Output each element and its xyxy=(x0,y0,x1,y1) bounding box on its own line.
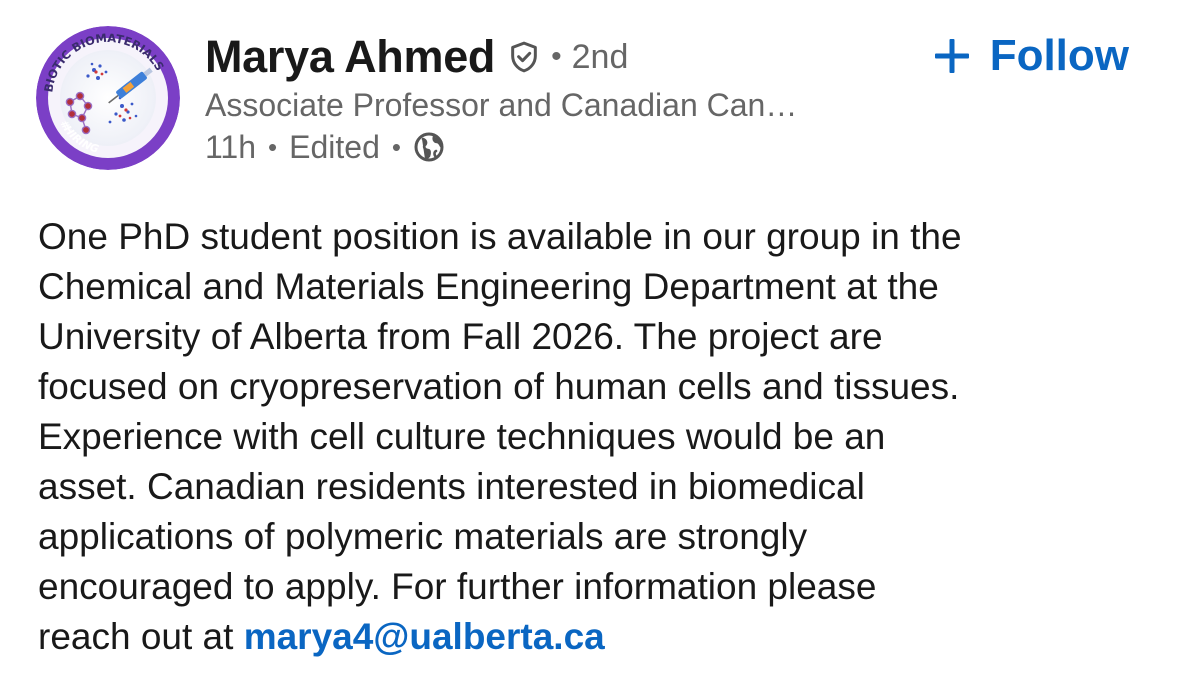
post-line: One PhD student position is available in… xyxy=(38,216,962,257)
follow-label: Follow xyxy=(989,31,1129,80)
post-line: asset. Canadian residents interested in … xyxy=(38,466,865,507)
separator-dot: • xyxy=(391,131,401,162)
post-line: Chemical and Materials Engineering Depar… xyxy=(38,266,939,307)
post-line: University of Alberta from Fall 2026. Th… xyxy=(38,316,883,357)
post-line: focused on cryopreservation of human cel… xyxy=(38,366,960,407)
separator-dot: • xyxy=(551,40,562,73)
author-name[interactable]: Marya Ahmed xyxy=(205,31,495,83)
avatar-image: BIOTIC BIOMATERIALS #HIRING xyxy=(36,26,180,170)
post-meta: 11h • Edited • xyxy=(205,126,445,168)
shield-check-icon[interactable] xyxy=(507,40,541,74)
follow-button[interactable]: Follow xyxy=(934,30,1129,82)
post-line: encouraged to apply. For further informa… xyxy=(38,566,877,607)
post-body: One PhD student position is available in… xyxy=(38,212,1148,662)
author-headline[interactable]: Associate Professor and Canadian Can… xyxy=(205,84,797,126)
email-link[interactable]: marya4@ualberta.ca xyxy=(244,616,605,657)
edited-label: Edited xyxy=(289,128,380,165)
plus-icon xyxy=(934,38,970,74)
post-time: 11h xyxy=(205,128,257,165)
globe-icon[interactable] xyxy=(413,131,445,163)
post-line: applications of polymeric materials are … xyxy=(38,516,808,557)
reach-out-text: reach out at xyxy=(38,616,234,657)
author-avatar[interactable]: BIOTIC BIOMATERIALS #HIRING xyxy=(36,26,180,170)
author-name-row: Marya Ahmed • 2nd xyxy=(205,28,628,86)
connection-degree: 2nd xyxy=(571,37,629,76)
post-line: Experience with cell culture techniques … xyxy=(38,416,886,457)
separator-dot: • xyxy=(268,131,278,162)
post-line-last: reach out at marya4@ualberta.ca xyxy=(38,612,1148,662)
